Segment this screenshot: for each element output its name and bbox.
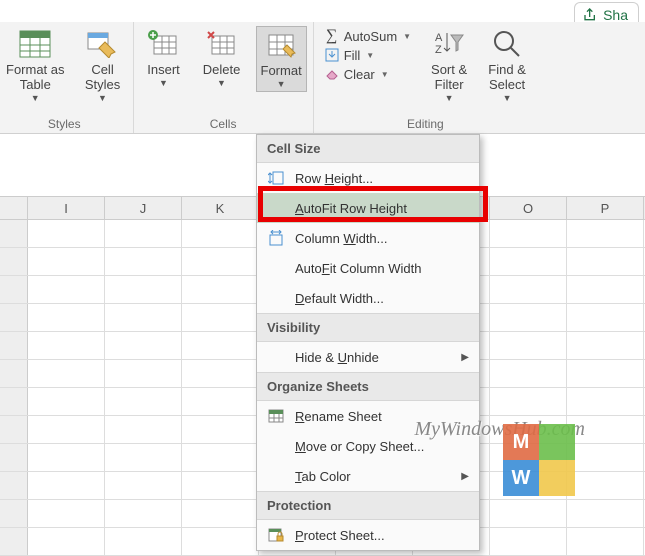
chevron-down-icon: ▼ [159,78,168,88]
menu-item-hide-unhide[interactable]: Hide & Unhide ▶ [257,342,479,372]
menu-item-label: Tab Color [295,469,467,484]
sort-filter-button[interactable]: AZ Sort & Filter ▼ [425,26,473,105]
ribbon: Format as Table ▼ Cell Styles ▼ Styles I… [0,22,645,134]
menu-header-protection: Protection [257,491,479,520]
column-header[interactable]: K [182,197,259,219]
format-button[interactable]: Format ▼ [256,26,307,92]
blank-icon [267,259,285,277]
menu-item-label: Row Height... [295,171,467,186]
share-icon [583,7,599,23]
svg-text:Z: Z [435,44,442,56]
share-label: Sha [603,7,628,23]
fill-down-icon [324,47,340,63]
submenu-arrow-icon: ▶ [461,471,469,482]
autosum-button[interactable]: ∑ AutoSum ▼ [324,28,411,44]
menu-item-tab-color[interactable]: Tab Color ▶ [257,461,479,491]
sort-filter-label: Sort & Filter [431,62,467,92]
cell-styles-label: Cell Styles [85,62,120,92]
chevron-down-icon: ▼ [31,93,40,103]
blank-icon [267,289,285,307]
blank-icon [267,348,285,366]
menu-item-label: Default Width... [295,291,467,306]
column-header[interactable]: P [567,197,644,219]
menu-item-move-copy-sheet[interactable]: Move or Copy Sheet... [257,431,479,461]
format-as-table-button[interactable]: Format as Table ▼ [2,26,69,105]
column-width-icon [267,229,285,247]
group-label-styles: Styles [48,117,81,131]
fill-button[interactable]: Fill ▼ [324,47,411,63]
find-select-button[interactable]: Find & Select ▼ [483,26,531,105]
menu-item-label: Column Width... [295,231,467,246]
svg-text:A: A [435,32,443,44]
chevron-down-icon: ▼ [277,79,286,89]
chevron-down-icon: ▼ [98,93,107,103]
blank-icon [267,199,285,217]
insert-button[interactable]: Insert ▼ [140,26,188,90]
menu-item-label: Move or Copy Sheet... [295,439,467,454]
format-as-table-label: Format as Table [6,62,65,92]
menu-item-protect-sheet[interactable]: Protect Sheet... [257,520,479,550]
menu-item-rename-sheet[interactable]: Rename Sheet [257,401,479,431]
menu-item-label: Hide & Unhide [295,350,467,365]
chevron-down-icon: ▼ [403,32,411,41]
menu-header-visibility: Visibility [257,313,479,342]
menu-item-label: AutoFit Row Height [295,201,467,216]
find-select-icon [491,28,523,60]
insert-label: Insert [147,62,180,77]
format-label: Format [261,63,302,78]
chevron-down-icon: ▼ [366,51,374,60]
menu-item-autofit-column-width[interactable]: AutoFit Column Width [257,253,479,283]
chevron-down-icon: ▼ [381,70,389,79]
autosum-label: AutoSum [344,29,397,44]
protect-sheet-icon [267,526,285,544]
group-label-cells: Cells [210,117,237,131]
rename-sheet-icon [267,407,285,425]
chevron-down-icon: ▼ [217,78,226,88]
column-header[interactable]: J [105,197,182,219]
sort-filter-icon: AZ [433,28,465,60]
menu-header-cell-size: Cell Size [257,135,479,163]
fill-label: Fill [344,48,361,63]
find-select-label: Find & Select [488,62,526,92]
column-header[interactable]: I [28,197,105,219]
menu-item-label: Rename Sheet [295,409,467,424]
submenu-arrow-icon: ▶ [461,352,469,363]
menu-item-label: AutoFit Column Width [295,261,467,276]
group-label-editing: Editing [407,117,444,131]
cell-styles-icon [87,28,119,60]
delete-button[interactable]: Delete ▼ [198,26,246,90]
menu-item-column-width[interactable]: Column Width... [257,223,479,253]
eraser-icon [324,66,340,82]
clear-label: Clear [344,67,375,82]
clear-button[interactable]: Clear ▼ [324,66,411,82]
format-dropdown-menu: Cell Size Row Height... AutoFit Row Heig… [256,134,480,551]
sigma-icon: ∑ [324,28,340,44]
format-as-table-icon [19,28,51,60]
delete-label: Delete [203,62,241,77]
chevron-down-icon: ▼ [503,93,512,103]
chevron-down-icon: ▼ [445,93,454,103]
column-header[interactable]: O [490,197,567,219]
select-all-corner[interactable] [0,197,28,219]
menu-item-label: Protect Sheet... [295,528,467,543]
cell-styles-button[interactable]: Cell Styles ▼ [79,26,127,105]
blank-icon [267,437,285,455]
blank-icon [267,467,285,485]
menu-item-default-width[interactable]: Default Width... [257,283,479,313]
format-icon [265,29,297,61]
menu-header-organize: Organize Sheets [257,372,479,401]
menu-item-row-height[interactable]: Row Height... [257,163,479,193]
menu-item-autofit-row-height[interactable]: AutoFit Row Height [257,193,479,223]
row-height-icon [267,169,285,187]
insert-icon [148,28,180,60]
delete-icon [206,28,238,60]
